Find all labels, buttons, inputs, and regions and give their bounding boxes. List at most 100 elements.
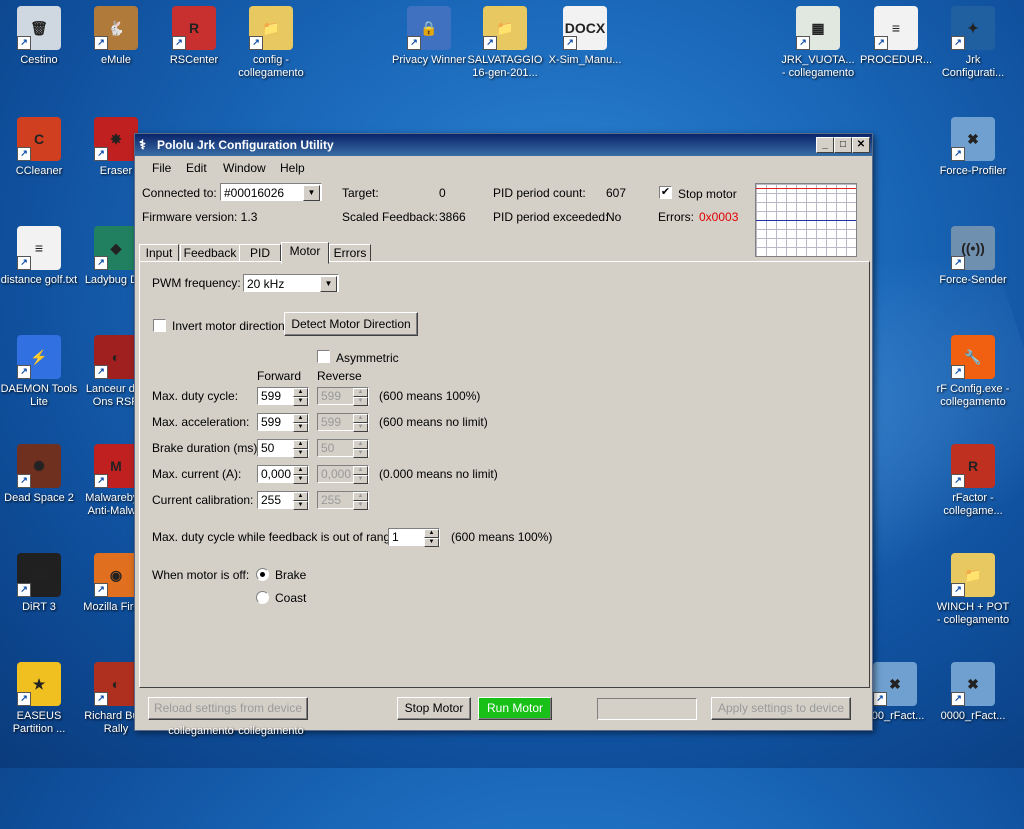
feedback-graph[interactable] <box>755 183 857 257</box>
spin-arrows[interactable]: ▲ ▼ <box>353 492 368 510</box>
spin-arrows[interactable]: ▲ ▼ <box>293 492 308 510</box>
oor-duty-cycle-input[interactable]: 1 ▲ ▼ <box>388 528 440 547</box>
forward-input[interactable]: 0,000 ▲ ▼ <box>257 465 309 484</box>
pwm-select[interactable]: 20 kHz ▼ <box>243 274 339 292</box>
reload-settings-button[interactable]: Reload settings from device <box>148 697 308 720</box>
menu-file[interactable]: File <box>152 161 171 175</box>
arrow-down-icon[interactable]: ▼ <box>353 397 368 406</box>
arrow-down-icon[interactable]: ▼ <box>353 449 368 458</box>
device-value: #00016026 <box>224 186 285 200</box>
emule-icon: 🐇 ↗ <box>94 6 138 50</box>
arrow-down-icon[interactable]: ▼ <box>293 449 308 458</box>
title-bar[interactable]: ⚕ Pololu Jrk Configuration Utility _ □ ✕ <box>135 134 872 156</box>
desktop-icon[interactable]: 🔧 ↗ rF Config.exe - collegamento <box>934 331 1012 409</box>
chevron-down-icon[interactable]: ▼ <box>303 185 320 201</box>
desktop-icon[interactable]: ✖ ↗ 0000_rFact... <box>934 658 1012 723</box>
desktop-icon[interactable]: 📁 ↗ SALVATAGGIO 16-gen-201... <box>466 2 544 80</box>
desktop-icon[interactable]: DOCX ↗ X-Sim_Manu... <box>546 2 624 67</box>
reverse-value: 599 <box>321 415 342 429</box>
arrow-down-icon[interactable]: ▼ <box>293 475 308 484</box>
maximize-button[interactable]: □ <box>834 137 852 153</box>
spin-arrows[interactable]: ▲ ▼ <box>293 388 308 406</box>
reverse-input[interactable]: 50 ▲ ▼ <box>317 439 369 458</box>
apply-settings-button[interactable]: Apply settings to device <box>711 697 851 720</box>
spin-arrows[interactable]: ▲ ▼ <box>353 388 368 406</box>
tab-motor[interactable]: Motor <box>281 242 329 264</box>
reverse-input[interactable]: 0,000 ▲ ▼ <box>317 465 369 484</box>
arrow-up-icon[interactable]: ▲ <box>353 388 368 397</box>
desktop-icon-label: Force-Profiler <box>939 165 1007 177</box>
desktop-icon[interactable]: ★ ↗ EASEUS Partition ... <box>0 658 78 736</box>
reverse-input[interactable]: 599 ▲ ▼ <box>317 387 369 406</box>
arrow-down-icon[interactable]: ▼ <box>353 423 368 432</box>
arrow-up-icon[interactable]: ▲ <box>293 466 308 475</box>
device-select[interactable]: #00016026 ▼ <box>220 183 322 201</box>
arrow-down-icon[interactable]: ▼ <box>293 501 308 510</box>
desktop-icon[interactable]: R ↗ rFactor - collegame... <box>934 440 1012 518</box>
forward-input[interactable]: 50 ▲ ▼ <box>257 439 309 458</box>
forward-input[interactable]: 599 ▲ ▼ <box>257 387 309 406</box>
arrow-up-icon[interactable]: ▲ <box>353 466 368 475</box>
asymmetric-checkbox[interactable] <box>317 350 330 363</box>
brake-radio[interactable] <box>256 568 269 581</box>
chevron-down-icon[interactable]: ▼ <box>320 276 337 292</box>
forward-input[interactable]: 255 ▲ ▼ <box>257 491 309 510</box>
arrow-up-icon[interactable]: ▲ <box>293 388 308 397</box>
desktop-icon[interactable]: 📁 ↗ config - collegamento <box>232 2 310 80</box>
close-button[interactable]: ✕ <box>852 137 870 153</box>
desktop-icon[interactable]: 🗑 ↗ Cestino <box>0 2 78 67</box>
reverse-input[interactable]: 599 ▲ ▼ <box>317 413 369 432</box>
menu-window[interactable]: Window <box>223 161 266 175</box>
desktop-icon[interactable]: ≡ ↗ PROCEDUR... <box>857 2 935 67</box>
stop-motor-checkbox[interactable]: ✔ <box>659 186 672 199</box>
spin-arrows[interactable]: ▲ ▼ <box>353 466 368 484</box>
spin-arrows[interactable]: ▲ ▼ <box>293 466 308 484</box>
arrow-up-icon[interactable]: ▲ <box>293 440 308 449</box>
stop-motor-button[interactable]: Stop Motor <box>397 697 471 720</box>
spin-arrows[interactable]: ▲ ▼ <box>424 529 439 547</box>
desktop-icon[interactable]: 🔒 ↗ Privacy Winner <box>390 2 468 67</box>
forward-value: 50 <box>261 441 275 455</box>
desktop-icon[interactable]: R ↗ RSCenter <box>155 2 233 67</box>
shortcut-arrow-icon: ↗ <box>873 692 887 706</box>
desktop-icon[interactable]: ✦ ↗ Jrk Configurati... <box>934 2 1012 80</box>
arrow-down-icon[interactable]: ▼ <box>353 475 368 484</box>
coast-radio[interactable] <box>256 591 269 604</box>
arrow-up-icon[interactable]: ▲ <box>424 529 439 538</box>
invert-direction-checkbox[interactable] <box>153 319 166 332</box>
spin-arrows[interactable]: ▲ ▼ <box>353 414 368 432</box>
arrow-up-icon[interactable]: ▲ <box>353 414 368 423</box>
arrow-down-icon[interactable]: ▼ <box>293 397 308 406</box>
reverse-input[interactable]: 255 ▲ ▼ <box>317 491 369 510</box>
arrow-up-icon[interactable]: ▲ <box>293 492 308 501</box>
desktop-icon[interactable]: ▦ ↗ JRK_VUOTA... - collegamento <box>779 2 857 80</box>
arrow-down-icon[interactable]: ▼ <box>353 501 368 510</box>
desktop-icon-label: eMule <box>101 54 131 66</box>
desktop-icon[interactable]: 🐇 ↗ eMule <box>77 2 155 67</box>
arrow-up-icon[interactable]: ▲ <box>353 440 368 449</box>
desktop-icon[interactable]: C ↗ CCleaner <box>0 113 78 178</box>
menu-help[interactable]: Help <box>280 161 305 175</box>
spin-arrows[interactable]: ▲ ▼ <box>353 440 368 458</box>
minimize-button[interactable]: _ <box>816 137 834 153</box>
arrow-up-icon[interactable]: ▲ <box>353 492 368 501</box>
spin-arrows[interactable]: ▲ ▼ <box>293 414 308 432</box>
forward-input[interactable]: 599 ▲ ▼ <box>257 413 309 432</box>
desktop-icon[interactable]: 📁 ↗ WINCH + POT - collegamento <box>934 549 1012 627</box>
spin-arrows[interactable]: ▲ ▼ <box>293 440 308 458</box>
desktop-icon[interactable]: ≡ ↗ distance golf.txt <box>0 222 78 287</box>
menu-edit[interactable]: Edit <box>186 161 207 175</box>
arrow-down-icon[interactable]: ▼ <box>424 538 439 547</box>
motor-row-label: Current calibration: <box>152 493 254 507</box>
desktop-icon[interactable]: ✺ ↗ Dead Space 2 <box>0 440 78 505</box>
desktop-icon[interactable]: ⚡ ↗ DAEMON Tools Lite <box>0 331 78 409</box>
desktop-icon[interactable]: ✖ ↗ Force-Profiler <box>934 113 1012 178</box>
arrow-down-icon[interactable]: ▼ <box>293 423 308 432</box>
run-motor-button[interactable]: Run Motor <box>478 697 552 720</box>
shortcut-arrow-icon: ↗ <box>407 36 421 50</box>
desktop-icon[interactable]: ((•)) ↗ Force-Sender <box>934 222 1012 287</box>
desktop-icon[interactable]: D3 ↗ DiRT 3 <box>0 549 78 614</box>
arrow-up-icon[interactable]: ▲ <box>293 414 308 423</box>
desktop-icon-label: SALVATAGGIO 16-gen-201... <box>467 54 543 79</box>
detect-motor-direction-button[interactable]: Detect Motor Direction <box>284 312 418 336</box>
